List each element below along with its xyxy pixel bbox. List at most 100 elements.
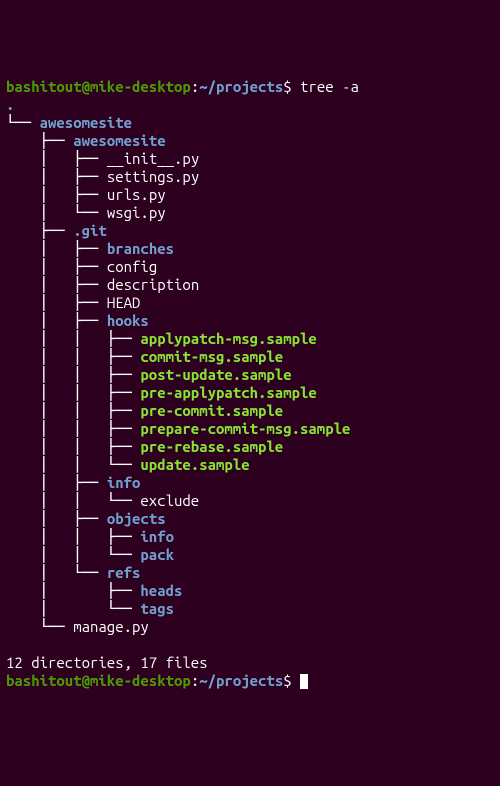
tree-row: │ ├── branches (6, 240, 494, 258)
prompt-line: bashitout@mike-desktop:~/projects$ tree … (6, 78, 494, 96)
tree-entry: info (140, 528, 174, 545)
tree-branch: │ ├── (6, 510, 107, 527)
prompt-sep: : (191, 78, 199, 95)
tree-branch: │ ├── (6, 150, 107, 167)
tree-root: . (6, 96, 494, 114)
tree-entry: exclude (140, 492, 199, 509)
tree-branch: │ ├── (6, 168, 107, 185)
tree-branch: │ │ ├── (6, 420, 140, 437)
tree-entry: objects (107, 510, 166, 527)
tree-branch: │ ├── (6, 312, 107, 329)
tree-row: │ ├── hooks (6, 312, 494, 330)
tree-entry: refs (107, 564, 141, 581)
tree-entry: pre-rebase.sample (140, 438, 283, 455)
tree-branch: │ │ ├── (6, 330, 140, 347)
tree-row: │ ├── description (6, 276, 494, 294)
tree-root-dot: . (6, 96, 14, 113)
tree-row: │ │ └── exclude (6, 492, 494, 510)
tree-entry: update.sample (140, 456, 249, 473)
command-text: tree -a (300, 78, 359, 95)
tree-row: │ ├── config (6, 258, 494, 276)
prompt-sep: : (191, 672, 199, 689)
tree-entry: commit-msg.sample (140, 348, 283, 365)
terminal-output: bashitout@mike-desktop:~/projects$ tree … (6, 78, 494, 690)
tree-branch: │ ├── (6, 186, 107, 203)
tree-row: │ │ ├── applypatch-msg.sample (6, 330, 494, 348)
tree-branch: └── (6, 618, 73, 635)
tree-row: │ │ └── update.sample (6, 456, 494, 474)
tree-entry: branches (107, 240, 174, 257)
tree-entry: config (107, 258, 157, 275)
tree-entry: prepare-commit-msg.sample (140, 420, 350, 437)
tree-entry: pre-applypatch.sample (140, 384, 316, 401)
tree-entry: settings.py (107, 168, 199, 185)
tree-branch: │ │ ├── (6, 438, 140, 455)
tree-row: │ ├── info (6, 474, 494, 492)
tree-row: │ └── refs (6, 564, 494, 582)
tree-branch: │ │ └── (6, 456, 140, 473)
prompt-path: ~/projects (199, 78, 283, 95)
tree-row: │ └── tags (6, 600, 494, 618)
tree-branch: │ │ ├── (6, 402, 140, 419)
tree-row: │ ├── HEAD (6, 294, 494, 312)
tree-branch: └── (6, 114, 40, 131)
tree-branch: │ │ ├── (6, 366, 140, 383)
tree-branch: │ ├── (6, 240, 107, 257)
tree-row: │ │ ├── post-update.sample (6, 366, 494, 384)
tree-branch: │ │ ├── (6, 528, 140, 545)
tree-row: │ │ ├── info (6, 528, 494, 546)
tree-entry: pre-commit.sample (140, 402, 283, 419)
tree-entry: heads (140, 582, 182, 599)
tree-row: │ │ ├── pre-commit.sample (6, 402, 494, 420)
tree-entry: wsgi.py (107, 204, 166, 221)
tree-entry: awesomesite (73, 132, 165, 149)
tree-row: │ │ ├── prepare-commit-msg.sample (6, 420, 494, 438)
tree-row: │ │ ├── pre-rebase.sample (6, 438, 494, 456)
prompt-path: ~/projects (199, 672, 283, 689)
tree-summary: 12 directories, 17 files (6, 654, 494, 672)
tree-branch: │ ├── (6, 294, 107, 311)
tree-row: │ │ ├── commit-msg.sample (6, 348, 494, 366)
tree-entry: urls.py (107, 186, 166, 203)
tree-branch: │ ├── (6, 582, 140, 599)
tree-row: │ ├── urls.py (6, 186, 494, 204)
tree-entry: post-update.sample (140, 366, 291, 383)
tree-row: │ ├── objects (6, 510, 494, 528)
tree-entry: description (107, 276, 199, 293)
tree-entry: manage.py (73, 618, 149, 635)
tree-branch: │ └── (6, 564, 107, 581)
tree-entry: pack (140, 546, 174, 563)
tree-entry: applypatch-msg.sample (140, 330, 316, 347)
tree-row: ├── awesomesite (6, 132, 494, 150)
tree-branch: │ │ └── (6, 492, 140, 509)
tree-row: │ ├── settings.py (6, 168, 494, 186)
tree-row: │ ├── __init__.py (6, 150, 494, 168)
tree-row: └── manage.py (6, 618, 494, 636)
tree-entry: awesomesite (40, 114, 132, 131)
tree-branch: │ ├── (6, 474, 107, 491)
prompt-user: bashitout@mike-desktop (6, 672, 191, 689)
tree-branch: │ │ └── (6, 546, 140, 563)
tree-entry: info (107, 474, 141, 491)
tree-entry: .git (73, 222, 107, 239)
tree-row: │ ├── heads (6, 582, 494, 600)
tree-branch: │ │ ├── (6, 348, 140, 365)
tree-row: │ └── wsgi.py (6, 204, 494, 222)
tree-row: └── awesomesite (6, 114, 494, 132)
tree-entry: hooks (107, 312, 149, 329)
tree-branch: ├── (6, 222, 73, 239)
tree-entry: tags (140, 600, 174, 617)
tree-branch: │ └── (6, 600, 140, 617)
cursor[interactable] (300, 674, 308, 689)
tree-row: ├── .git (6, 222, 494, 240)
tree-branch: │ │ ├── (6, 384, 140, 401)
prompt-dollar: $ (283, 78, 300, 95)
tree-branch: │ ├── (6, 276, 107, 293)
tree-entry: HEAD (107, 294, 141, 311)
tree-branch: │ └── (6, 204, 107, 221)
prompt-line[interactable]: bashitout@mike-desktop:~/projects$ (6, 672, 494, 690)
tree-row: │ │ └── pack (6, 546, 494, 564)
tree-row: │ │ ├── pre-applypatch.sample (6, 384, 494, 402)
prompt-user: bashitout@mike-desktop (6, 78, 191, 95)
tree-entry: __init__.py (107, 150, 199, 167)
